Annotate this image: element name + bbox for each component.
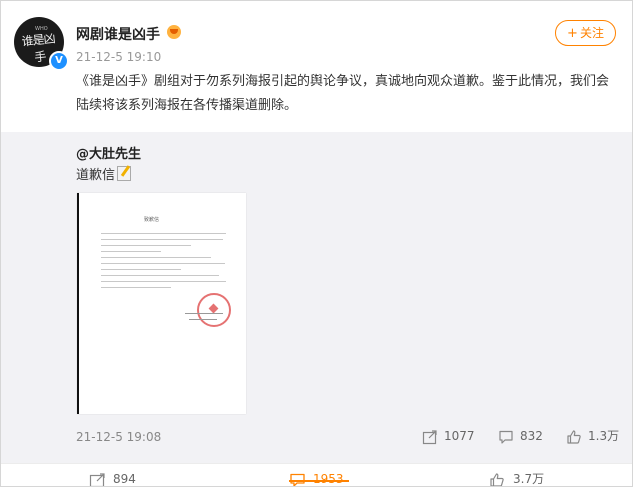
original-text: 道歉信 [76,164,132,183]
comment-button[interactable]: 1953 [289,470,344,486]
post-action-bar: 894 1953 3.7万 [1,463,632,486]
repost-like-button[interactable]: 1.3万 [566,426,619,446]
post-text: 《谁是凶手》剧组对于勿系列海报引起的舆论争议，真诚地向观众道歉。鉴于此情况，我们… [76,74,610,113]
memo-icon [117,166,132,181]
follow-label: 关注 [579,26,604,40]
username[interactable]: 网剧谁是凶手 [76,24,160,44]
letter-line [101,233,226,234]
comment-icon [498,429,514,445]
letter-line [101,269,181,270]
letter-line [101,287,171,288]
like-count: 3.7万 [513,472,545,486]
repost-comment-button[interactable]: 832 [498,426,543,446]
verified-icon: V [49,51,69,71]
share-count: 894 [113,472,136,486]
original-author-link[interactable]: @大肚先生 [76,143,141,162]
signature-line [185,313,223,314]
thumbs-up-icon [489,472,507,486]
repost-share-button[interactable]: 1077 [422,426,475,446]
letter-line [101,263,225,264]
share-icon [422,429,438,445]
letter-line [101,275,219,276]
signature-date-line [189,319,217,320]
red-seal-stamp [197,293,231,327]
letter-line [101,281,226,282]
apology-letter-image[interactable]: 致歉信 [77,193,246,414]
reposted-content: @大肚先生 道歉信 致歉信 21-12-5 19:08 1077 832 1.3… [1,132,632,463]
post-timestamp[interactable]: 21-12-5 19:10 [76,50,161,64]
letter-line [101,251,161,252]
plus-icon: + [567,26,578,41]
like-button[interactable]: 3.7万 [489,470,545,486]
repost-like-count: 1.3万 [588,429,620,443]
repost-timestamp[interactable]: 21-12-5 19:08 [76,430,161,444]
active-tab-indicator [289,480,349,482]
letter-title: 致歉信 [144,217,160,223]
comment-count: 1953 [313,472,344,486]
weibo-post-card: WHO 谁是凶手 V 网剧谁是凶手 21-12-5 19:10 + 关注 《谁是凶… [0,0,633,487]
letter-line [101,257,211,258]
share-icon [89,472,107,486]
original-text-label: 道歉信 [76,168,116,183]
share-button[interactable]: 894 [89,470,136,486]
repost-comment-count: 832 [520,429,543,443]
member-badge-icon[interactable] [167,25,181,39]
thumbs-up-icon [566,429,582,445]
letter-line [101,245,191,246]
repost-share-count: 1077 [444,429,475,443]
letter-line [101,239,223,240]
follow-button[interactable]: + 关注 [555,20,616,46]
